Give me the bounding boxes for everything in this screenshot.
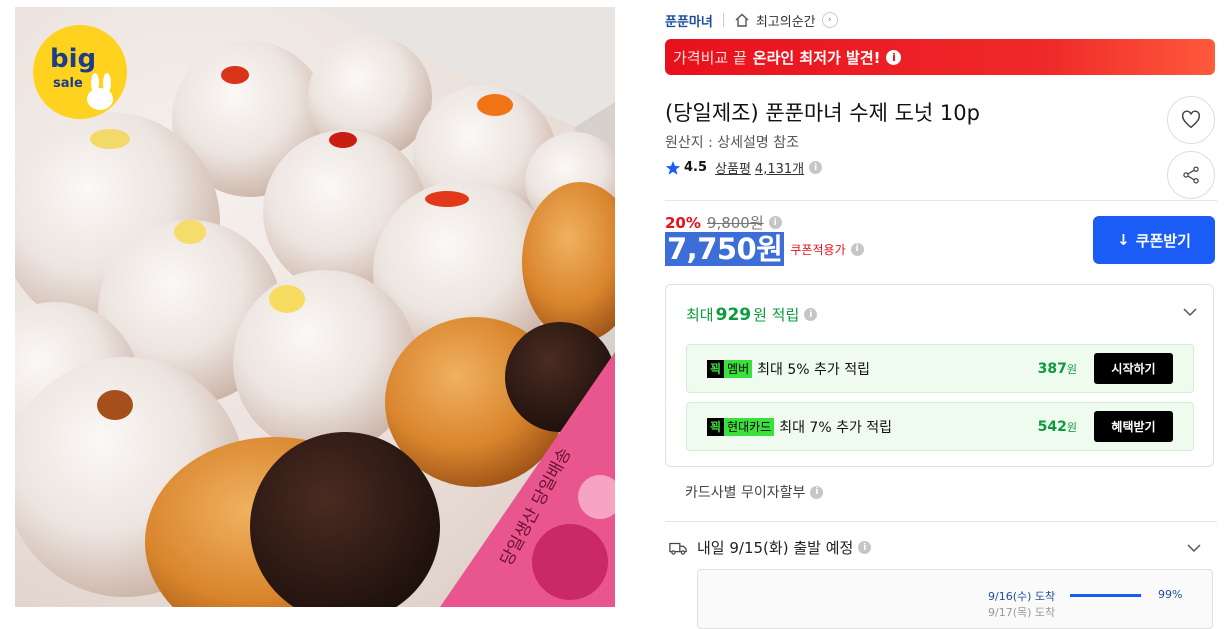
shipping-summary[interactable]: 내일 9/15(화) 출발 예정 i bbox=[669, 537, 872, 558]
points-suffix: 원 적립 bbox=[753, 306, 800, 324]
member-tag: 꾁 멤버 bbox=[707, 359, 753, 378]
breadcrumb-divider bbox=[722, 13, 724, 27]
info-icon[interactable]: i bbox=[809, 161, 823, 174]
heart-icon bbox=[1181, 110, 1201, 129]
discount-rate: 20% bbox=[665, 213, 701, 232]
delivery-probability-bar bbox=[1070, 594, 1142, 597]
get-benefit-button[interactable]: 혜택받기 bbox=[1094, 411, 1173, 442]
wishlist-button[interactable] bbox=[1167, 96, 1215, 144]
divider bbox=[665, 521, 1217, 522]
breadcrumb: 푼푼마녀 최고의순간 › bbox=[665, 10, 838, 30]
product-image[interactable]: 당일생산 당일배송 big sale bbox=[15, 7, 615, 607]
product-title: (당일제조) 푼푼마녀 수제 도넛 10p bbox=[665, 101, 980, 125]
rating-summary: 4.5 상품평 4,131개 i bbox=[665, 158, 823, 177]
points-header[interactable]: 최대 929 원 적립 i bbox=[686, 304, 818, 325]
start-member-button[interactable]: 시작하기 bbox=[1094, 353, 1173, 384]
points-amount: 929 bbox=[715, 304, 752, 325]
get-coupon-button[interactable]: ↓ 쿠폰받기 bbox=[1093, 216, 1215, 264]
points-panel: 최대 929 원 적립 i 꾁 멤버 최대 5% 추가 적립 387원 시작하기… bbox=[665, 284, 1214, 467]
product-origin: 원산지 : 상세설명 참조 bbox=[665, 135, 799, 151]
shipping-label: 내일 9/15(화) 출발 예정 bbox=[697, 539, 854, 557]
chevron-down-icon[interactable] bbox=[1181, 303, 1199, 321]
reviews-label: 상품평 bbox=[715, 162, 751, 177]
points-row-amount-unit: 원 bbox=[1066, 420, 1077, 434]
reviews-link[interactable]: 상품평 4,131개 bbox=[715, 158, 804, 177]
points-row-amount: 387원 bbox=[1038, 361, 1077, 377]
points-row-text: 최대 5% 추가 적립 bbox=[757, 361, 870, 378]
points-row-amount: 542원 bbox=[1038, 419, 1077, 435]
original-price: 9,800원 bbox=[706, 214, 764, 232]
chevron-down-icon[interactable] bbox=[1185, 539, 1203, 557]
points-row-text: 최대 7% 추가 적립 bbox=[779, 419, 893, 436]
info-icon[interactable]: i bbox=[810, 485, 824, 499]
kkok-logo: 꾁 bbox=[707, 359, 725, 378]
coupon-price-note: 쿠폰적용가 bbox=[790, 242, 846, 257]
category-link[interactable]: 최고의순간 bbox=[756, 11, 816, 30]
price-final-row: 7,750원 쿠폰적용가 i bbox=[665, 232, 864, 266]
points-row-amount-value: 542 bbox=[1037, 418, 1067, 435]
home-icon[interactable] bbox=[734, 12, 750, 28]
delivery-probability-fill bbox=[1070, 594, 1142, 597]
info-icon[interactable]: i bbox=[858, 541, 872, 554]
kkok-logo: 꾁 bbox=[707, 417, 725, 436]
delivery-estimate-box: 9/16(수) 도착 99% 9/17(목) 도착 bbox=[697, 569, 1213, 629]
truck-icon bbox=[669, 542, 687, 555]
product-info-pane: 푼푼마녀 최고의순간 › 가격비교 끝 온라인 최저가 발견! i (당일제조)… bbox=[665, 0, 1217, 629]
info-icon[interactable]: i bbox=[768, 216, 782, 229]
download-icon: ↓ bbox=[1117, 231, 1130, 249]
reviews-count: 4,131개 bbox=[754, 162, 805, 177]
info-icon[interactable]: i bbox=[804, 308, 818, 321]
installment-info[interactable]: 카드사별 무이자할부 i bbox=[685, 482, 824, 502]
promo-soft-text: 가격비교 끝 bbox=[673, 48, 747, 67]
get-coupon-label: 쿠폰받기 bbox=[1135, 231, 1191, 250]
hyundai-card-tag: 꾁 현대카드 bbox=[707, 417, 775, 436]
delivery-probability: 99% bbox=[1158, 588, 1183, 601]
chevron-right-icon[interactable]: › bbox=[821, 12, 838, 28]
points-row-member: 꾁 멤버 최대 5% 추가 적립 387원 시작하기 bbox=[686, 344, 1194, 393]
points-row-amount-value: 387 bbox=[1037, 360, 1067, 377]
big-sale-badge: big sale bbox=[33, 25, 127, 119]
hyundai-card-tag-label: 현대카드 bbox=[724, 417, 775, 436]
share-button[interactable] bbox=[1167, 151, 1215, 199]
member-tag-label: 멤버 bbox=[724, 359, 753, 378]
promo-strong-text: 온라인 최저가 발견! bbox=[752, 48, 881, 67]
info-icon[interactable]: i bbox=[850, 242, 864, 256]
price-discount-row: 20% 9,800원 i bbox=[665, 212, 782, 233]
final-price: 7,750원 bbox=[665, 232, 785, 266]
installment-label: 카드사별 무이자할부 bbox=[685, 485, 806, 501]
brand-link[interactable]: 푼푼마녀 bbox=[665, 11, 713, 30]
info-icon[interactable]: i bbox=[886, 49, 902, 65]
badge-sale-text: sale bbox=[53, 76, 83, 91]
share-icon bbox=[1183, 166, 1199, 184]
points-row-hyundai-card: 꾁 현대카드 최대 7% 추가 적립 542원 혜택받기 bbox=[686, 402, 1194, 451]
donut-box-illustration: 당일생산 당일배송 big sale bbox=[15, 7, 615, 607]
lowest-price-banner[interactable]: 가격비교 끝 온라인 최저가 발견! i bbox=[665, 39, 1215, 75]
delivery-eta-next: 9/17(목) 도착 bbox=[988, 606, 1056, 619]
rating-score: 4.5 bbox=[684, 160, 708, 175]
delivery-eta: 9/16(수) 도착 bbox=[988, 590, 1056, 603]
badge-big-text: big bbox=[50, 44, 96, 74]
divider bbox=[665, 200, 1217, 201]
points-row-amount-unit: 원 bbox=[1066, 362, 1077, 376]
star-icon bbox=[665, 160, 681, 175]
points-prefix: 최대 bbox=[686, 306, 714, 324]
